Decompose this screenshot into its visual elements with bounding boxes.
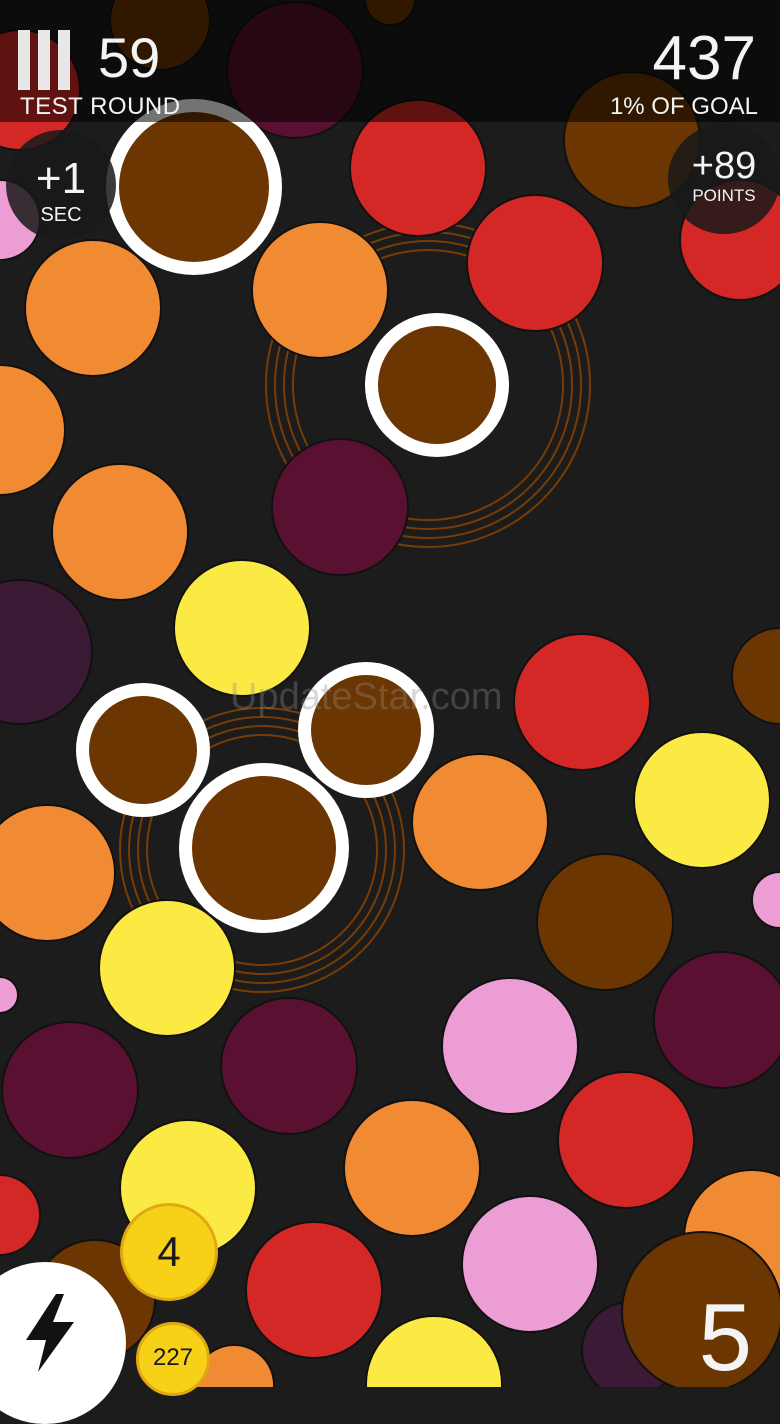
dot-brown[interactable] <box>536 853 674 991</box>
dot-pink[interactable] <box>751 871 780 929</box>
pause-bars-icon[interactable] <box>18 30 72 90</box>
dot-maroon[interactable] <box>653 951 780 1089</box>
power-up-count-badge: 4 <box>120 1203 218 1301</box>
bonus-points-label: POINTS <box>692 186 756 205</box>
score-value: 437 <box>652 24 756 93</box>
dot-yellow[interactable] <box>633 731 771 869</box>
dot-orange[interactable] <box>343 1099 481 1237</box>
dot-pink[interactable] <box>461 1195 599 1333</box>
dot-red[interactable] <box>466 194 604 332</box>
moves-remaining: 5 <box>698 1284 752 1391</box>
dot-yellow[interactable] <box>365 1315 503 1387</box>
bonus-seconds-label: SEC <box>40 204 82 226</box>
dot-orange[interactable] <box>411 753 549 891</box>
dot-yellow[interactable] <box>98 899 236 1037</box>
bonus-points-value: +89 <box>691 145 757 187</box>
dot-red[interactable] <box>0 1174 41 1256</box>
top-bar: 59 TEST ROUND 437 1% OF GOAL <box>0 0 780 122</box>
dot-red[interactable] <box>513 633 651 771</box>
coin-count-badge: 227 <box>136 1322 210 1396</box>
round-label: TEST ROUND <box>20 93 181 120</box>
dot-plum[interactable] <box>0 579 93 725</box>
bonus-seconds-value: +1 <box>35 154 87 203</box>
bonus-seconds-bubble: +1 SEC <box>6 130 116 240</box>
dot-pink[interactable] <box>441 977 579 1115</box>
selected-dot-brown[interactable] <box>89 696 197 804</box>
bonus-points-bubble: +89 POINTS <box>668 124 780 234</box>
selected-dot-brown[interactable] <box>378 326 496 444</box>
dot-red[interactable] <box>245 1221 383 1359</box>
goal-progress-label: 1% OF GOAL <box>609 93 758 120</box>
selected-dot-brown[interactable] <box>119 112 269 262</box>
watermark: UpdateStar.com <box>230 676 503 718</box>
time-remaining: 59 <box>98 26 161 89</box>
dot-maroon[interactable] <box>1 1021 139 1159</box>
dot-brown[interactable] <box>731 627 780 725</box>
lightning-bolt-icon <box>26 1294 74 1372</box>
dot-pink[interactable] <box>0 976 19 1014</box>
dot-maroon[interactable] <box>271 438 409 576</box>
dot-red[interactable] <box>557 1071 695 1209</box>
dot-orange[interactable] <box>0 804 116 942</box>
selected-dot-brown[interactable] <box>192 776 336 920</box>
dot-maroon[interactable] <box>220 997 358 1135</box>
dot-orange[interactable] <box>24 239 162 377</box>
dot-orange[interactable] <box>51 463 189 601</box>
dot-orange[interactable] <box>251 221 389 359</box>
dot-orange[interactable] <box>0 364 66 496</box>
